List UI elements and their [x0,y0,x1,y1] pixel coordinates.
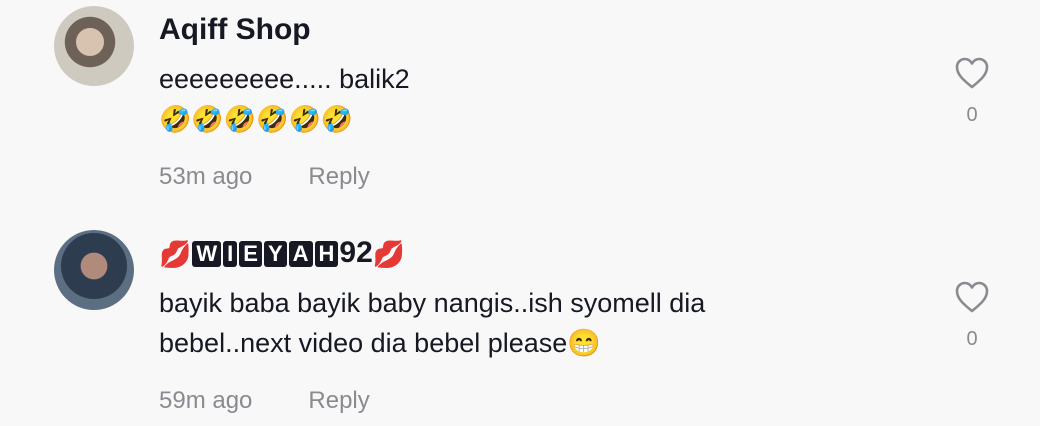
comment-username[interactable]: 💋 W I E Y A H 92💋 [159,236,405,271]
username-letter-badge: H [314,241,339,268]
reply-button[interactable]: Reply [308,387,369,415]
comment-meta: 53m ago Reply [159,163,370,191]
username-letter-badge: Y [263,241,287,268]
comment-username[interactable]: Aqiff Shop [159,13,311,47]
avatar[interactable] [54,230,134,310]
comment-text-line: 🤣🤣🤣🤣🤣🤣 [159,104,354,134]
username-letter-badge: A [288,241,313,268]
like-button[interactable]: 0 [948,56,996,127]
comment-text: eeeeeeeee..... balik2 🤣🤣🤣🤣🤣🤣 [159,59,919,139]
heart-outline-icon [955,57,989,89]
like-button[interactable]: 0 [948,280,996,351]
comment-text-line: bebel..next video dia bebel please😁 [159,328,601,358]
comment-text-line: bayik baba bayik baby nangis..ish syomel… [159,288,706,318]
username-letter-badge: W [192,241,222,268]
kiss-emoji: 💋 [159,239,192,270]
comment-timestamp: 59m ago [159,387,253,414]
like-count: 0 [966,328,978,350]
username-suffix: 92 [339,236,373,269]
username-letter-badge: E [239,241,262,268]
comment-timestamp: 53m ago [159,163,253,190]
heart-outline-icon [955,281,989,313]
comment-meta: 59m ago Reply [159,387,370,415]
kiss-emoji: 💋 [372,239,406,270]
comment-text: bayik baba bayik baby nangis..ish syomel… [159,283,919,363]
username-letter-badge: I [223,241,238,268]
like-count: 0 [966,104,978,126]
reply-button[interactable]: Reply [308,163,369,191]
avatar[interactable] [54,6,134,86]
comment-text-line: eeeeeeeee..... balik2 [159,64,410,94]
